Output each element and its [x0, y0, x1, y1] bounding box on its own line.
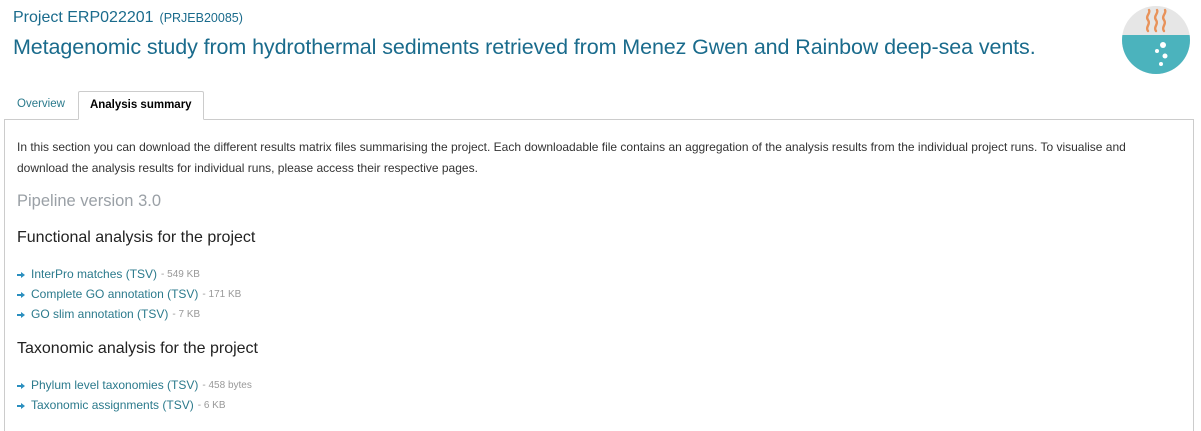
file-size: - 7 KB	[172, 308, 201, 320]
list-item: Phylum level taxonomies (TSV) - 458 byte…	[17, 375, 252, 395]
go-slim-annotation-download-link[interactable]: GO slim annotation (TSV)	[31, 307, 168, 321]
taxonomic-analysis-heading: Taxonomic analysis for the project	[17, 340, 258, 357]
taxonomic-file-list: Phylum level taxonomies (TSV) - 458 byte…	[17, 375, 252, 415]
project-id: Project ERP022201	[13, 9, 154, 26]
file-size: - 6 KB	[197, 399, 226, 411]
list-item: GO slim annotation (TSV) - 7 KB	[17, 304, 241, 324]
tab-overview[interactable]: Overview	[6, 91, 76, 119]
pipeline-version-heading: Pipeline version 3.0	[17, 192, 162, 210]
arrow-right-icon	[17, 402, 25, 409]
arrow-right-icon	[17, 271, 25, 278]
page: Project ERP022201 (PRJEB20085) Metagenom…	[0, 0, 1201, 431]
interpro-matches-download-link[interactable]: InterPro matches (TSV)	[31, 267, 157, 281]
tab-analysis-summary[interactable]: Analysis summary	[77, 91, 204, 120]
list-item: InterPro matches (TSV) - 549 KB	[17, 264, 241, 284]
intro-text: In this section you can download the dif…	[17, 140, 1126, 175]
taxonomic-assignments-download-link[interactable]: Taxonomic assignments (TSV)	[31, 398, 194, 412]
hydrothermal-vent-biome-icon	[1121, 5, 1191, 75]
analysis-summary-panel: In this section you can download the dif…	[4, 119, 1194, 431]
project-id-line: Project ERP022201 (PRJEB20085)	[13, 9, 1113, 27]
file-size: - 549 KB	[161, 268, 200, 280]
functional-analysis-heading: Functional analysis for the project	[17, 229, 256, 246]
project-title: Metagenomic study from hydrothermal sedi…	[13, 35, 1036, 59]
arrow-right-icon	[17, 311, 25, 318]
complete-go-annotation-download-link[interactable]: Complete GO annotation (TSV)	[31, 287, 198, 301]
tab-bar: Overview Analysis summary	[6, 91, 204, 120]
file-size: - 171 KB	[202, 288, 242, 300]
project-accession: (PRJEB20085)	[159, 11, 243, 25]
list-item: Complete GO annotation (TSV) - 171 KB	[17, 284, 241, 304]
file-size: - 458 bytes	[202, 379, 252, 391]
phylum-level-taxonomies-download-link[interactable]: Phylum level taxonomies (TSV)	[31, 378, 198, 392]
functional-file-list: InterPro matches (TSV) - 549 KB Complete…	[17, 264, 241, 324]
arrow-right-icon	[17, 291, 25, 298]
arrow-right-icon	[17, 382, 25, 389]
list-item: Taxonomic assignments (TSV) - 6 KB	[17, 395, 252, 415]
project-header: Project ERP022201 (PRJEB20085) Metagenom…	[13, 9, 1113, 61]
